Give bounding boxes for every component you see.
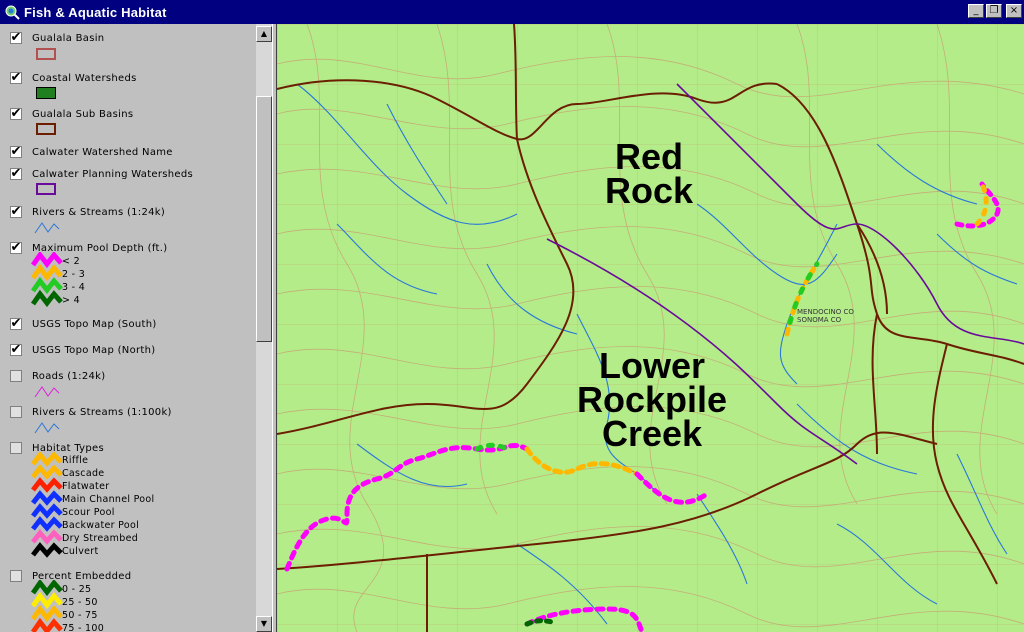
class-label: 3 - 4 [62,282,86,293]
stream-line-icon [34,422,60,434]
class-label: Flatwater [62,481,110,492]
layer-checkbox[interactable]: ✔ [10,343,22,356]
layer-label: Rivers & Streams (1:24k) [32,206,166,218]
class-label: Scour Pool [62,507,115,518]
layer-rivers-streams-100k[interactable]: Rivers & Streams (1:100k) [10,404,172,420]
layer-label: Calwater Planning Watersheds [32,168,194,180]
topo-map: MENDOCINO CO SONOMA CO [277,24,1024,632]
embedded-symbols [30,580,63,632]
layer-label: Gualala Basin [32,32,105,44]
pool-depth-symbols [30,252,63,308]
class-label: Dry Streambed [62,533,139,544]
layer-label: Calwater Watershed Name [32,146,173,158]
layer-checkbox[interactable]: ✔ [10,145,22,158]
layer-coastal-watersheds[interactable]: ✔ Coastal Watersheds [10,70,137,86]
toc-scrollbar[interactable]: ▲ ▼ [256,24,272,632]
road-line-icon [34,386,60,398]
class-label: Main Channel Pool [62,494,155,505]
title-bar: Fish & Aquatic Habitat _ ❐ × [0,0,1024,24]
scroll-down-button[interactable]: ▼ [256,616,272,632]
fill-symbol [36,87,56,99]
class-label: Riffle [62,455,89,466]
class-label: 25 - 50 [62,597,98,608]
layer-usgs-topo-north[interactable]: ✔ USGS Topo Map (North) [10,342,155,358]
habitat-type-symbols [31,452,63,558]
layer-calwater-watershed-name[interactable]: ✔ Calwater Watershed Name [10,144,173,160]
map-view[interactable]: MENDOCINO CO SONOMA CO Red Rock Lower Ro… [277,24,1024,632]
layer-roads-24k[interactable]: Roads (1:24k) [10,368,105,384]
layer-label: USGS Topo Map (North) [32,344,156,356]
layer-checkbox[interactable] [10,370,22,382]
layer-label: USGS Topo Map (South) [32,318,157,330]
layer-checkbox[interactable]: ✔ [10,241,22,254]
layer-checkbox[interactable]: ✔ [10,205,22,218]
layer-calwater-planning-watersheds[interactable]: ✔ Calwater Planning Watersheds [10,166,193,182]
class-label: 50 - 75 [62,610,98,621]
outline-symbol [36,123,56,135]
table-of-contents: ✔ Gualala Basin ✔ Coastal Watersheds ✔ G… [0,24,256,632]
globe-search-icon [5,5,20,20]
layer-checkbox[interactable] [10,442,22,454]
class-label: > 4 [62,295,80,306]
close-button[interactable]: × [1006,4,1022,18]
layer-checkbox[interactable]: ✔ [10,31,22,44]
layer-usgs-topo-south[interactable]: ✔ USGS Topo Map (South) [10,316,157,332]
outline-symbol [36,48,56,60]
class-label: 2 - 3 [62,269,86,280]
layer-label: Roads (1:24k) [32,370,106,382]
stream-line-icon [34,222,60,234]
layer-checkbox[interactable]: ✔ [10,167,22,180]
svg-text:SONOMA CO: SONOMA CO [797,316,842,324]
map-label-text: Lower Rockpile Creek [577,345,728,455]
layer-checkbox[interactable] [10,406,22,418]
class-label: 75 - 100 [62,623,105,632]
restore-button[interactable]: ❐ [986,4,1002,18]
layer-label: Gualala Sub Basins [32,108,134,120]
watershed-label-red-rock: Red Rock [605,138,693,208]
layer-label: Coastal Watersheds [32,72,137,84]
layer-checkbox[interactable]: ✔ [10,317,22,330]
outline-symbol [36,183,56,195]
class-label: Culvert [62,546,99,557]
svg-text:MENDOCINO CO: MENDOCINO CO [797,308,854,316]
layer-gualala-sub-basins[interactable]: ✔ Gualala Sub Basins [10,106,133,122]
scroll-thumb[interactable] [256,96,272,342]
layer-checkbox[interactable]: ✔ [10,71,22,84]
class-label: < 2 [62,256,80,267]
watershed-label-lower-rockpile: Lower Rockpile Creek [577,347,727,451]
map-label-text: Red Rock [605,136,694,212]
window-title: Fish & Aquatic Habitat [24,4,167,20]
class-label: 0 - 25 [62,584,92,595]
layer-checkbox[interactable]: ✔ [10,107,22,120]
layer-rivers-streams-24k[interactable]: ✔ Rivers & Streams (1:24k) [10,204,165,220]
scroll-up-button[interactable]: ▲ [256,26,272,42]
class-label: Backwater Pool [62,520,140,531]
layer-percent-embedded[interactable]: Percent Embedded [10,568,131,584]
layer-label: Rivers & Streams (1:100k) [32,406,172,418]
class-label: Cascade [62,468,105,479]
layer-checkbox[interactable] [10,570,22,582]
layer-gualala-basin[interactable]: ✔ Gualala Basin [10,30,104,46]
minimize-button[interactable]: _ [968,4,984,18]
